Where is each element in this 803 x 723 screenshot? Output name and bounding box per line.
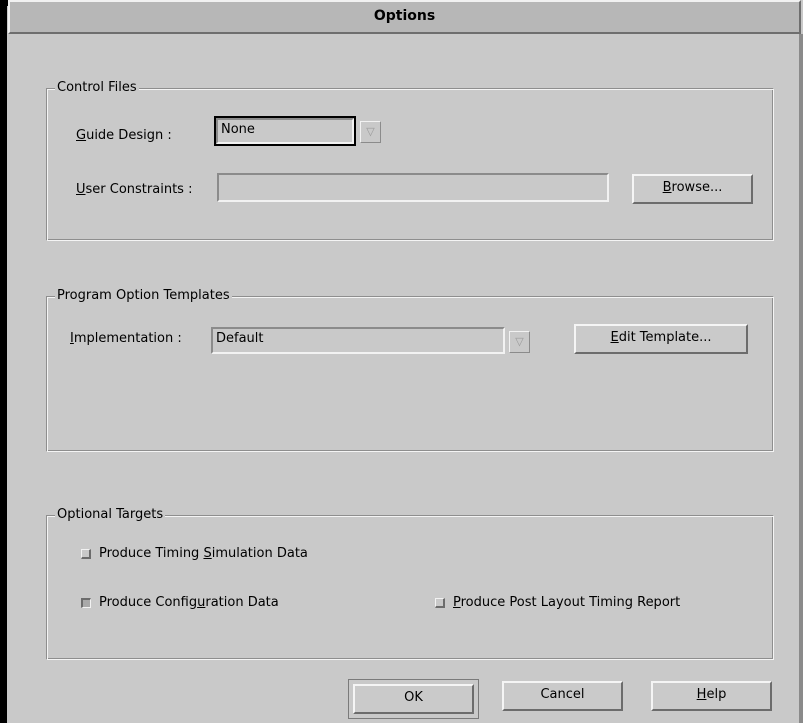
- control-files-group: [46, 88, 774, 241]
- control-files-legend: Control Files: [55, 80, 139, 96]
- implementation-select[interactable]: Default: [211, 327, 505, 354]
- implementation-dropdown-button[interactable]: ▽: [509, 331, 530, 353]
- guide-design-select[interactable]: None: [214, 116, 356, 146]
- program-option-templates-group: [46, 296, 774, 452]
- chevron-down-icon: ▽: [515, 335, 524, 348]
- guide-design-dropdown-button[interactable]: ▽: [360, 121, 381, 143]
- window-left-border: [0, 0, 7, 723]
- browse-button[interactable]: Browse...: [632, 174, 753, 204]
- timing-simulation-label[interactable]: Produce Timing Simulation Data: [99, 545, 308, 563]
- timing-simulation-checkbox[interactable]: [81, 549, 91, 559]
- post-layout-timing-label[interactable]: Produce Post Layout Timing Report: [453, 594, 680, 612]
- chevron-down-icon: ▽: [366, 125, 375, 138]
- cancel-button[interactable]: Cancel: [502, 681, 623, 711]
- user-constraints-input[interactable]: [217, 173, 609, 202]
- optional-targets-group: [46, 515, 774, 660]
- configuration-data-checkbox[interactable]: [81, 598, 91, 608]
- ok-button[interactable]: OK: [348, 679, 479, 719]
- configuration-data-label[interactable]: Produce Configuration Data: [99, 594, 279, 612]
- edit-template-button[interactable]: Edit Template...: [574, 324, 748, 354]
- implementation-label: Implementation :: [70, 331, 182, 346]
- implementation-value: Default: [216, 331, 264, 346]
- optional-targets-legend: Optional Targets: [55, 507, 166, 523]
- program-option-templates-legend: Program Option Templates: [55, 288, 232, 304]
- user-constraints-label: User Constraints :: [76, 182, 193, 197]
- window-title-bar[interactable]: Options: [8, 0, 801, 34]
- guide-design-label: Guide Design :: [76, 128, 172, 143]
- window-right-border: [799, 34, 803, 723]
- post-layout-timing-checkbox[interactable]: [435, 598, 445, 608]
- help-button[interactable]: Help: [651, 681, 772, 711]
- window-title: Options: [373, 8, 436, 24]
- guide-design-value: None: [221, 122, 255, 137]
